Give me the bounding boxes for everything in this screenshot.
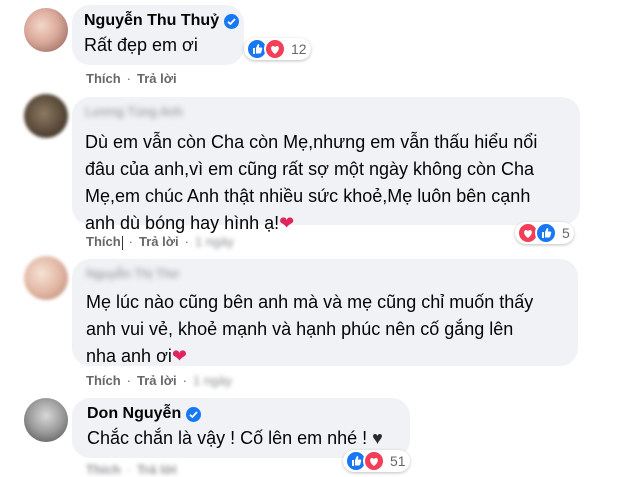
- avatar[interactable]: [24, 256, 68, 300]
- comment-text: Dù em vẫn còn Cha còn Mẹ,nhưng em vẫn th…: [85, 129, 568, 237]
- separator: ·: [182, 373, 187, 388]
- comment-actions: Thích · Trả lời · 1 ngày: [86, 234, 240, 250]
- red-heart-emoji: ❤: [171, 346, 187, 366]
- reactions-summary[interactable]: 12: [244, 38, 311, 60]
- comment-author[interactable]: Nguyễn Thu Thuỷ: [84, 12, 240, 30]
- like-action[interactable]: Thích: [86, 373, 121, 388]
- reactions-summary[interactable]: 5: [515, 222, 574, 244]
- separator: ·: [126, 71, 132, 86]
- author-name[interactable]: Lương Tùng Anh: [85, 104, 183, 119]
- reaction-count: 12: [291, 41, 307, 57]
- comment-bubble: Lương Tùng Anh Dù em vẫn còn Cha còn Mẹ,…: [72, 97, 580, 233]
- reaction-count: 5: [562, 225, 570, 241]
- comment-time[interactable]: 1 ngày: [193, 373, 232, 388]
- like-action[interactable]: Thích: [86, 234, 121, 249]
- comment-author[interactable]: Don Nguyễn: [87, 405, 202, 423]
- comment-line-text: anh dù bóng hay hình ạ!: [85, 213, 280, 233]
- like-icon: [535, 222, 557, 244]
- comment-line: Rất đẹp em ơi: [84, 35, 198, 55]
- comment-actions: Thích · Trả lời: [86, 71, 183, 86]
- like-action[interactable]: Thích: [86, 462, 121, 477]
- avatar[interactable]: [24, 94, 68, 138]
- comment-author[interactable]: Nguyễn Thị Thơ: [86, 266, 179, 281]
- reply-action[interactable]: Trả lời: [137, 462, 177, 477]
- reaction-count: 51: [390, 453, 406, 469]
- black-heart-emoji: ♥: [372, 428, 383, 448]
- separator: ·: [184, 234, 189, 249]
- separator: ·: [128, 234, 134, 249]
- comment-line: Chắc chắn là vậy ! Cố lên em nhé !: [87, 428, 368, 448]
- comment-line: nha anh ơi❤: [86, 343, 566, 370]
- author-name[interactable]: Don Nguyễn: [87, 405, 181, 423]
- verified-badge-icon: [224, 13, 240, 29]
- love-icon: [264, 38, 286, 60]
- comment-line: Mẹ lúc nào cũng bên anh mà và mẹ cũng ch…: [86, 292, 534, 312]
- comment-line: anh vui vẻ, khoẻ mạnh và hạnh phúc nên c…: [86, 319, 514, 339]
- comment-line: Mẹ,em chúc Anh thật nhiều sức khoẻ,Mẹ lu…: [85, 186, 531, 206]
- comment-author[interactable]: Lương Tùng Anh: [85, 104, 183, 119]
- verified-badge-icon: [186, 406, 202, 422]
- comment-bubble: Nguyễn Thị Thơ Mẹ lúc nào cũng bên anh m…: [72, 259, 578, 366]
- comment-line: đâu của anh,vì em cũng rất sợ một ngày k…: [85, 159, 535, 179]
- comment-actions: Thích · Trả lời · 1 ngày: [86, 373, 238, 388]
- author-name[interactable]: Nguyễn Thu Thuỷ: [84, 12, 219, 30]
- red-heart-emoji: ❤: [279, 213, 295, 233]
- comment-line-text: nha anh ơi: [86, 346, 172, 366]
- comment-bubble: Nguyễn Thu Thuỷ Rất đẹp em ơi: [72, 5, 244, 65]
- reply-action[interactable]: Trả lời: [139, 234, 179, 249]
- reply-action[interactable]: Trả lời: [137, 71, 177, 86]
- separator: ·: [126, 462, 132, 477]
- comment-bubble: Don Nguyễn Chắc chắn là vậy ! Cố lên em …: [72, 398, 410, 458]
- like-action[interactable]: Thích: [86, 71, 121, 86]
- love-icon: [363, 450, 385, 472]
- avatar[interactable]: [24, 8, 68, 52]
- comment-time[interactable]: 1 ngày: [195, 234, 234, 249]
- comment-text: Chắc chắn là vậy ! Cố lên em nhé ! ♥: [87, 425, 398, 452]
- author-name[interactable]: Nguyễn Thị Thơ: [86, 266, 179, 281]
- reactions-summary[interactable]: 51: [343, 450, 410, 472]
- comment-text: Rất đẹp em ơi: [84, 32, 232, 59]
- comment-text: Mẹ lúc nào cũng bên anh mà và mẹ cũng ch…: [86, 289, 566, 370]
- comment-actions: Thích · Trả lời: [86, 462, 183, 477]
- comment-line: Dù em vẫn còn Cha còn Mẹ,nhưng em vẫn th…: [85, 132, 538, 152]
- text-cursor: [121, 235, 123, 250]
- comment-line: anh dù bóng hay hình ạ!❤: [85, 210, 568, 237]
- separator: ·: [126, 373, 132, 388]
- reply-action[interactable]: Trả lời: [137, 373, 177, 388]
- avatar[interactable]: [24, 398, 68, 442]
